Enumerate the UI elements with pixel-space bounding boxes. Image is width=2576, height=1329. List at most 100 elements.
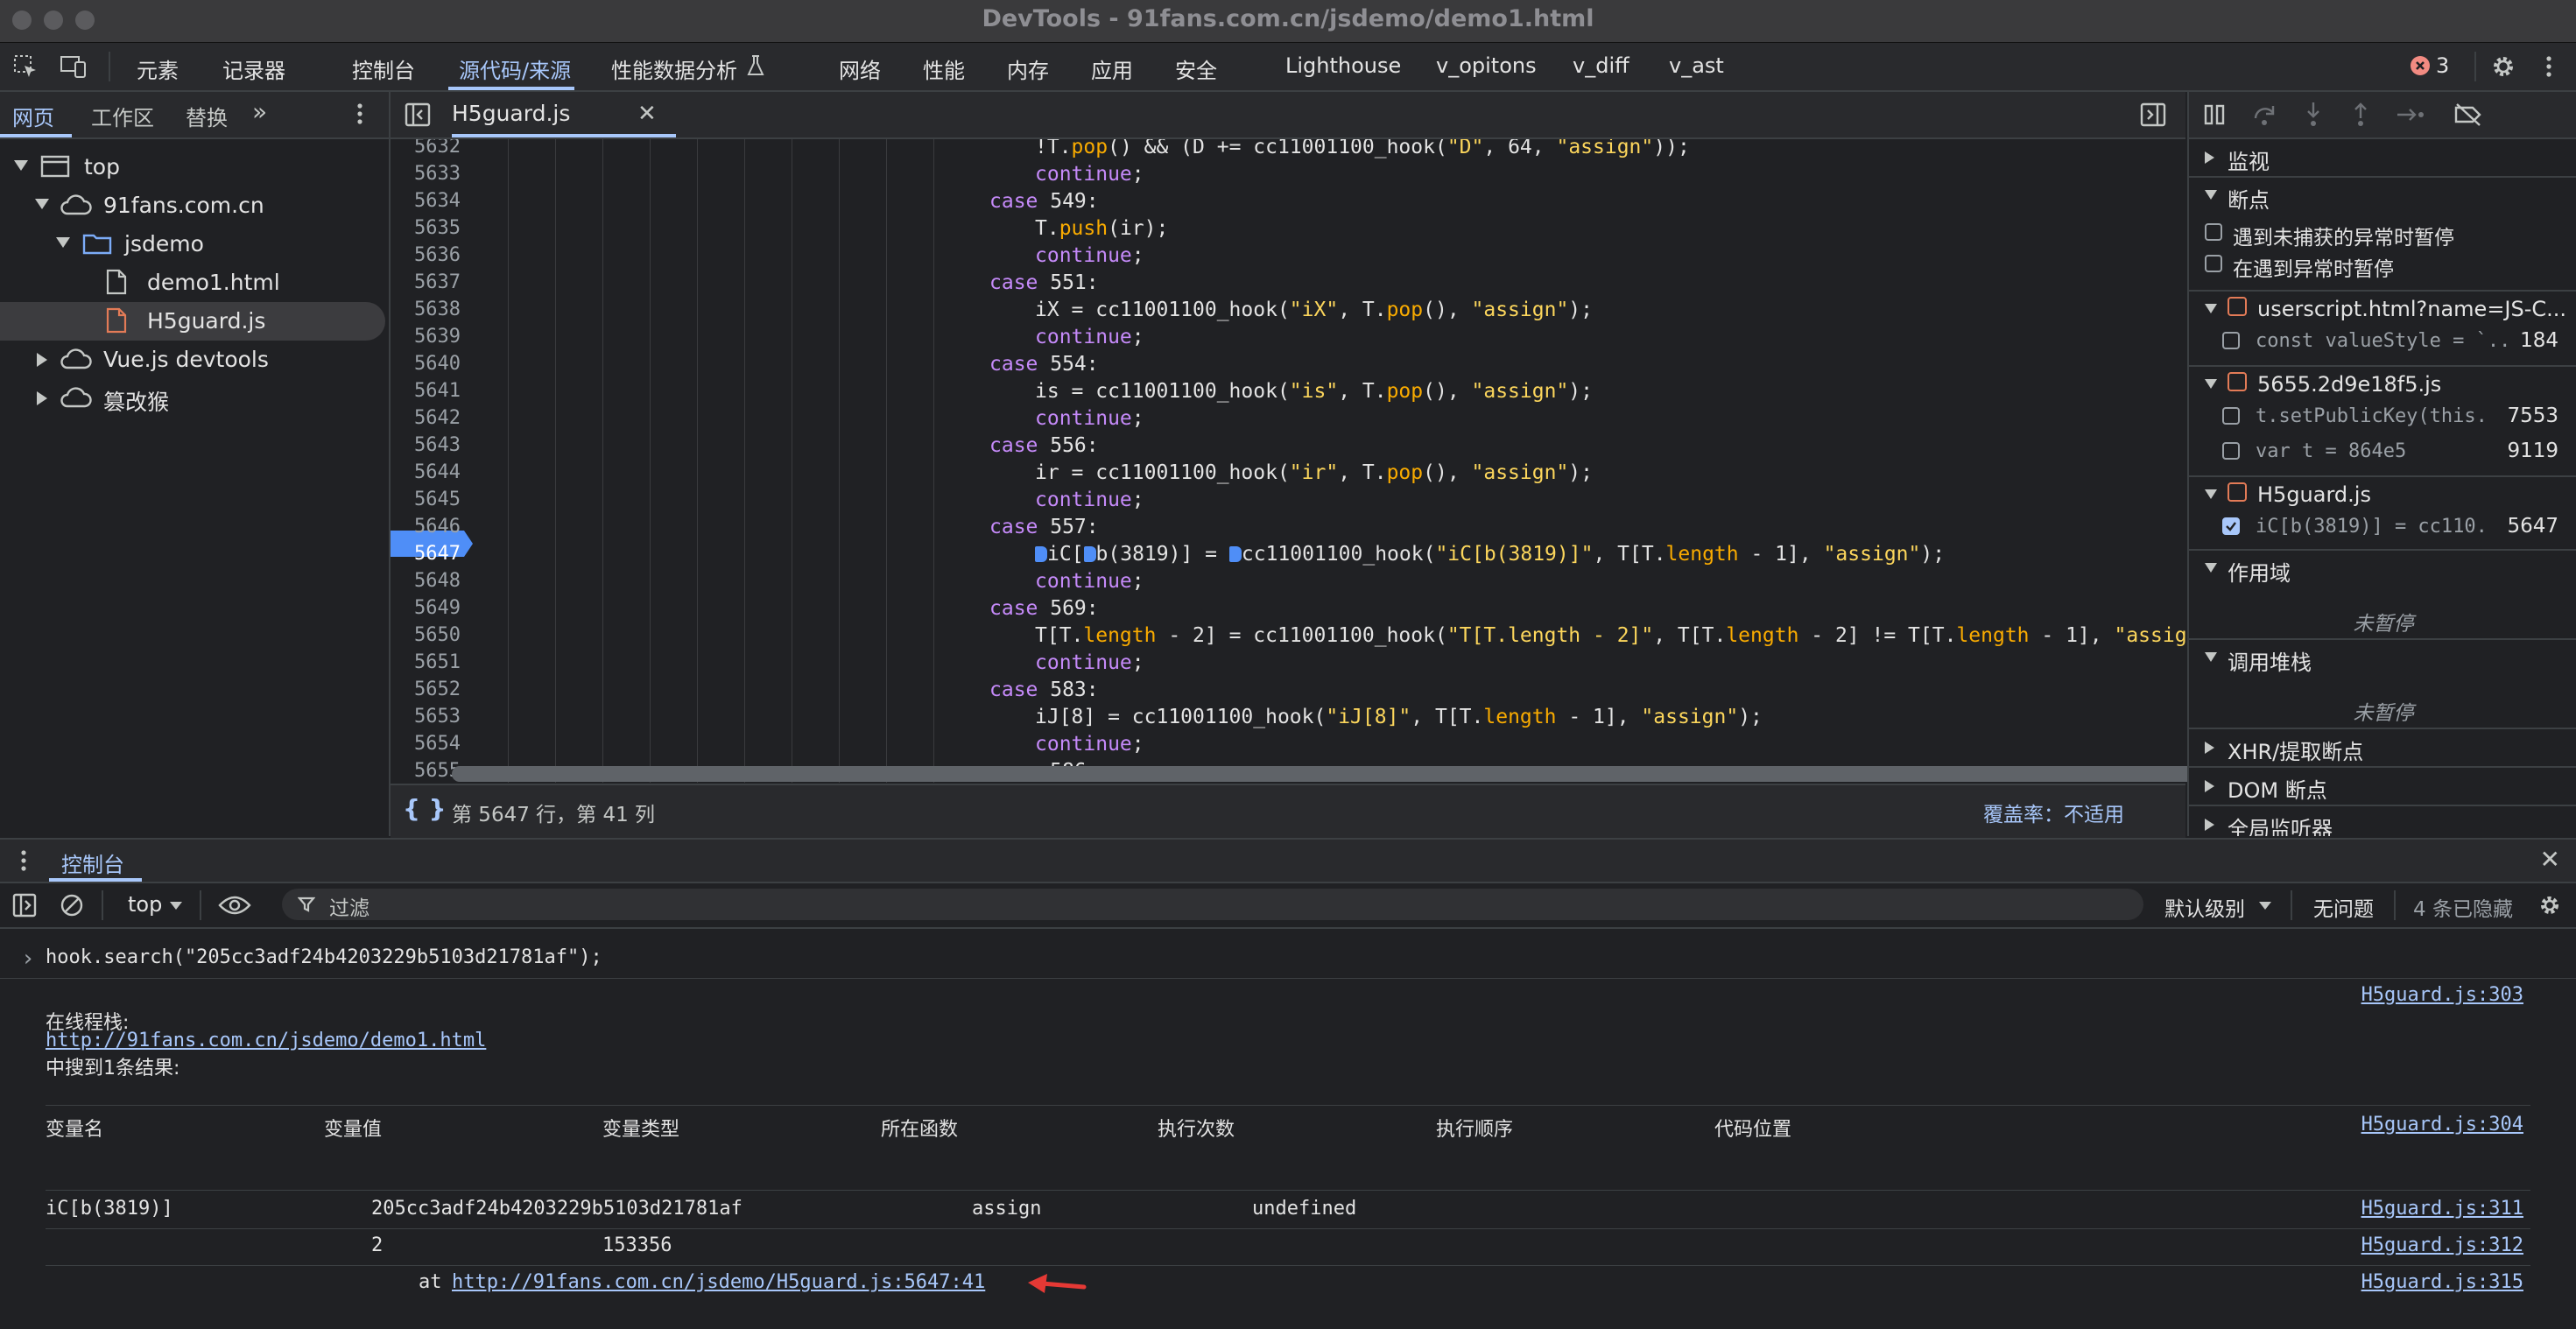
breakpoint-item[interactable]: iC[b(3819)] = cc110... 5647 <box>2189 512 2576 544</box>
device-toolbar-icon[interactable] <box>60 53 88 80</box>
line-number-gutter[interactable]: 5632 5633 5634 5635 5636 5637 5638 5639 5640 5641… <box>391 139 475 783</box>
tree-item-tampermonkey[interactable]: 篡改猴 <box>0 379 385 418</box>
section-xhr-breakpoints[interactable]: XHR/提取断点 <box>2189 728 2576 764</box>
breakpoint-item[interactable]: const valueStyle = `... 184 <box>2189 327 2576 358</box>
more-options-icon[interactable] <box>2544 53 2553 80</box>
line-number[interactable]: 5644 <box>391 461 461 483</box>
line-number[interactable]: 5632 <box>391 139 461 158</box>
tab-v-opitons[interactable]: v_opitons <box>1436 53 1537 78</box>
navigator-menu-icon[interactable] <box>355 101 364 127</box>
drawer-menu-icon[interactable] <box>19 847 28 874</box>
section-watch[interactable]: 监视 <box>2189 139 2576 174</box>
line-number[interactable]: 5637 <box>391 271 461 293</box>
line-number[interactable]: 5643 <box>391 434 461 456</box>
line-number[interactable]: 5634 <box>391 190 461 212</box>
line-number[interactable]: 5651 <box>391 651 461 673</box>
error-count[interactable]: 3 <box>2436 53 2449 78</box>
toggle-debugger-icon[interactable] <box>2140 102 2166 127</box>
line-number[interactable]: 5639 <box>391 326 461 348</box>
console-settings-icon[interactable] <box>2537 893 2562 918</box>
log-level-dropdown[interactable]: 默认级别 <box>2164 892 2245 922</box>
breakpoint-checkbox[interactable] <box>2222 407 2240 425</box>
more-tabs-icon[interactable]: » <box>252 97 267 126</box>
tree-item-demo1-html[interactable]: demo1.html <box>0 264 385 302</box>
tree-item-vue-devtools[interactable]: Vue.js devtools <box>0 341 385 379</box>
section-dom-breakpoints[interactable]: DOM 断点 <box>2189 766 2576 803</box>
inspect-element-icon[interactable] <box>12 53 39 80</box>
close-tab-icon[interactable]: ✕ <box>637 101 657 127</box>
tree-item-top[interactable]: top <box>0 148 385 186</box>
source-link-303[interactable]: H5guard.js:303 <box>2361 984 2523 1006</box>
console-filter-input[interactable]: 过滤 <box>282 889 2143 920</box>
section-scope[interactable]: 作用域 <box>2189 549 2576 586</box>
bp-group-h5guard[interactable]: H5guard.js <box>2189 475 2576 512</box>
tab-sources[interactable]: 源代码/来源 <box>459 53 571 84</box>
step-icon[interactable] <box>2396 102 2425 127</box>
tree-item-folder[interactable]: jsdemo <box>0 225 385 264</box>
console-input-line[interactable]: hook.search("205cc3adf24b4203229b5103d21… <box>46 946 602 968</box>
tab-security[interactable]: 安全 <box>1175 53 1217 84</box>
toggle-navigator-icon[interactable] <box>405 102 431 127</box>
tab-overrides[interactable]: 替换 <box>186 101 228 131</box>
line-number[interactable]: 5653 <box>391 706 461 728</box>
page-url-link[interactable]: http://91fans.com.cn/jsdemo/demo1.html <box>46 1030 486 1051</box>
clear-console-icon[interactable] <box>60 893 84 918</box>
code-location-link[interactable]: http://91fans.com.cn/jsdemo/H5guard.js:5… <box>452 1271 985 1293</box>
source-link-311[interactable]: H5guard.js:311 <box>2361 1198 2523 1220</box>
pause-caught-checkbox[interactable] <box>2205 255 2222 272</box>
tab-v-ast[interactable]: v_ast <box>1669 53 1724 78</box>
tab-application[interactable]: 应用 <box>1091 53 1133 84</box>
tab-recorder[interactable]: 记录器 <box>222 53 285 84</box>
pause-resume-icon[interactable] <box>2203 102 2228 127</box>
source-link-312[interactable]: H5guard.js:312 <box>2361 1234 2523 1256</box>
deactivate-breakpoints-icon[interactable] <box>2453 102 2483 127</box>
line-number[interactable]: 5650 <box>391 624 461 646</box>
step-over-icon[interactable] <box>2252 102 2278 127</box>
pretty-print-icon[interactable]: { } <box>403 794 447 823</box>
line-number[interactable]: 5654 <box>391 733 461 755</box>
source-link-304[interactable]: H5guard.js:304 <box>2361 1114 2523 1136</box>
tab-workspace[interactable]: 工作区 <box>91 101 154 131</box>
line-number[interactable]: 5638 <box>391 299 461 320</box>
section-breakpoints[interactable]: 断点 <box>2189 176 2576 213</box>
tab-lighthouse[interactable]: Lighthouse <box>1285 53 1401 78</box>
line-number[interactable]: 5649 <box>391 597 461 619</box>
tab-v-diff[interactable]: v_diff <box>1573 53 1629 78</box>
tree-item-domain[interactable]: 91fans.com.cn <box>0 186 385 225</box>
line-number[interactable]: 5647 <box>391 543 461 565</box>
settings-gear-icon[interactable] <box>2490 53 2516 80</box>
drawer-tab-console[interactable]: 控制台 <box>61 847 124 878</box>
section-call-stack[interactable]: 调用堆栈 <box>2189 638 2576 675</box>
error-icon[interactable] <box>2410 55 2431 76</box>
tree-item-h5guard-js[interactable]: H5guard.js <box>0 302 385 341</box>
step-into-icon[interactable] <box>2301 101 2326 127</box>
live-expression-eye-icon[interactable] <box>217 894 252 917</box>
line-number[interactable]: 5646 <box>391 516 461 538</box>
breakpoint-checkbox[interactable] <box>2222 442 2240 460</box>
close-drawer-icon[interactable]: ✕ <box>2540 845 2560 874</box>
code-content[interactable]: !T.pop() && (D += cc11001100_hook("D", 6… <box>475 139 2185 783</box>
tab-network[interactable]: 网络 <box>839 53 881 84</box>
line-number[interactable]: 5652 <box>391 679 461 700</box>
section-global-listeners[interactable]: 全局监听器 <box>2189 805 2576 836</box>
line-number[interactable]: 5641 <box>391 380 461 402</box>
line-number[interactable]: 5648 <box>391 570 461 592</box>
horizontal-scrollbar[interactable] <box>452 766 2212 782</box>
breakpoint-checkbox-checked[interactable] <box>2222 517 2240 535</box>
line-number[interactable]: 5655 <box>391 760 461 782</box>
breakpoint-item[interactable]: var t = 864e5 9119 <box>2189 437 2576 468</box>
pause-uncaught-option[interactable]: 遇到未捕获的异常时暂停 <box>2189 218 2576 250</box>
bp-group-userscript[interactable]: userscript.html?name=JS-C... <box>2189 290 2576 327</box>
tab-performance[interactable]: 性能 <box>923 53 965 84</box>
line-number[interactable]: 5642 <box>391 407 461 429</box>
line-number[interactable]: 5635 <box>391 217 461 239</box>
context-selector[interactable]: top <box>128 892 162 917</box>
coverage-status[interactable]: 覆盖率：不适用 <box>1983 798 2124 827</box>
console-sidebar-icon[interactable] <box>12 893 37 918</box>
line-number[interactable]: 5645 <box>391 489 461 510</box>
pause-uncaught-checkbox[interactable] <box>2205 223 2222 241</box>
source-link-315[interactable]: H5guard.js:315 <box>2361 1271 2523 1293</box>
pause-caught-option[interactable]: 在遇到异常时暂停 <box>2189 250 2576 281</box>
tab-performance-insights[interactable]: 性能数据分析 <box>611 53 737 84</box>
tab-memory[interactable]: 内存 <box>1007 53 1049 84</box>
